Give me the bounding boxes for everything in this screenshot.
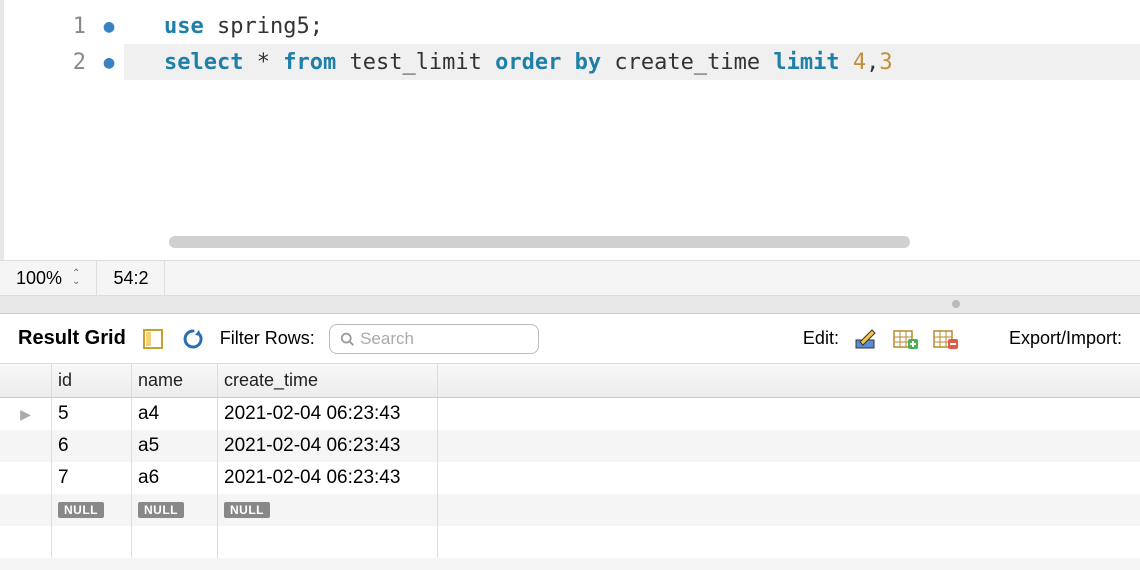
cell-id[interactable]: 7 [52, 462, 132, 494]
sql-editor[interactable]: 1 ● use spring5; 2 ● select * from test_… [0, 0, 1140, 260]
cell-id[interactable]: 6 [52, 430, 132, 462]
cursor-position: 54:2 [97, 261, 165, 295]
pane-divider[interactable] [0, 296, 1140, 314]
search-input[interactable] [360, 329, 528, 349]
row-gutter-header [0, 364, 52, 397]
table-row-empty [0, 526, 1140, 558]
breakpoint-dot-icon[interactable]: ● [94, 16, 124, 37]
results-toolbar: Result Grid Filter Rows: Edit: Export/Im… [0, 314, 1140, 364]
current-row-icon: ▶ [20, 406, 31, 423]
table-header-row: id name create_time [0, 364, 1140, 398]
table-row[interactable]: ▶ 5 a4 2021-02-04 06:23:43 [0, 398, 1140, 430]
zoom-stepper-icon[interactable]: ⌃⌄ [72, 270, 80, 286]
edit-row-icon[interactable] [853, 326, 879, 352]
cell-name[interactable]: a6 [132, 462, 218, 494]
add-row-icon[interactable] [893, 326, 919, 352]
null-badge: NULL [224, 502, 270, 518]
cell-name[interactable]: a4 [132, 398, 218, 430]
code-line[interactable]: 1 ● use spring5; [4, 8, 1140, 44]
column-header-create-time[interactable]: create_time [218, 364, 438, 397]
null-badge: NULL [138, 502, 184, 518]
row-indicator[interactable] [0, 430, 52, 462]
column-header-name[interactable]: name [132, 364, 218, 397]
table-row[interactable]: 6 a5 2021-02-04 06:23:43 [0, 430, 1140, 462]
column-header-id[interactable]: id [52, 364, 132, 397]
grid-view-icon[interactable] [140, 326, 166, 352]
cell-null[interactable]: NULL [218, 494, 438, 526]
filter-search-box[interactable] [329, 324, 539, 354]
cell-name[interactable]: a5 [132, 430, 218, 462]
row-indicator[interactable]: ▶ [0, 398, 52, 430]
row-indicator[interactable] [0, 494, 52, 526]
table-row[interactable]: 7 a6 2021-02-04 06:23:43 [0, 462, 1140, 494]
horizontal-scrollbar[interactable] [169, 236, 910, 248]
cell-create-time[interactable]: 2021-02-04 06:23:43 [218, 398, 438, 430]
line-number: 2 [4, 50, 94, 75]
divider-handle-icon[interactable] [952, 300, 960, 308]
code-text[interactable]: select * from test_limit order by create… [124, 44, 1140, 80]
result-grid-table[interactable]: id name create_time ▶ 5 a4 2021-02-04 06… [0, 364, 1140, 558]
breakpoint-dot-icon[interactable]: ● [94, 52, 124, 73]
cell-null[interactable]: NULL [52, 494, 132, 526]
cell-id[interactable]: 5 [52, 398, 132, 430]
result-grid-label: Result Grid [18, 327, 126, 350]
code-text[interactable]: use spring5; [124, 8, 1140, 44]
edit-label: Edit: [803, 328, 839, 349]
editor-status-bar: 100% ⌃⌄ 54:2 [0, 260, 1140, 296]
cell-null[interactable]: NULL [132, 494, 218, 526]
column-header-empty [438, 364, 1140, 397]
export-import-label: Export/Import: [1009, 328, 1122, 349]
delete-row-icon[interactable] [933, 326, 959, 352]
line-number: 1 [4, 14, 94, 39]
filter-rows-label: Filter Rows: [220, 328, 315, 349]
null-badge: NULL [58, 502, 104, 518]
table-row-null[interactable]: NULL NULL NULL [0, 494, 1140, 526]
refresh-icon[interactable] [180, 326, 206, 352]
zoom-level[interactable]: 100% ⌃⌄ [0, 261, 97, 295]
row-indicator[interactable] [0, 462, 52, 494]
search-icon [340, 331, 354, 347]
cell-create-time[interactable]: 2021-02-04 06:23:43 [218, 430, 438, 462]
zoom-value: 100% [16, 268, 62, 289]
cell-create-time[interactable]: 2021-02-04 06:23:43 [218, 462, 438, 494]
code-line[interactable]: 2 ● select * from test_limit order by cr… [4, 44, 1140, 80]
